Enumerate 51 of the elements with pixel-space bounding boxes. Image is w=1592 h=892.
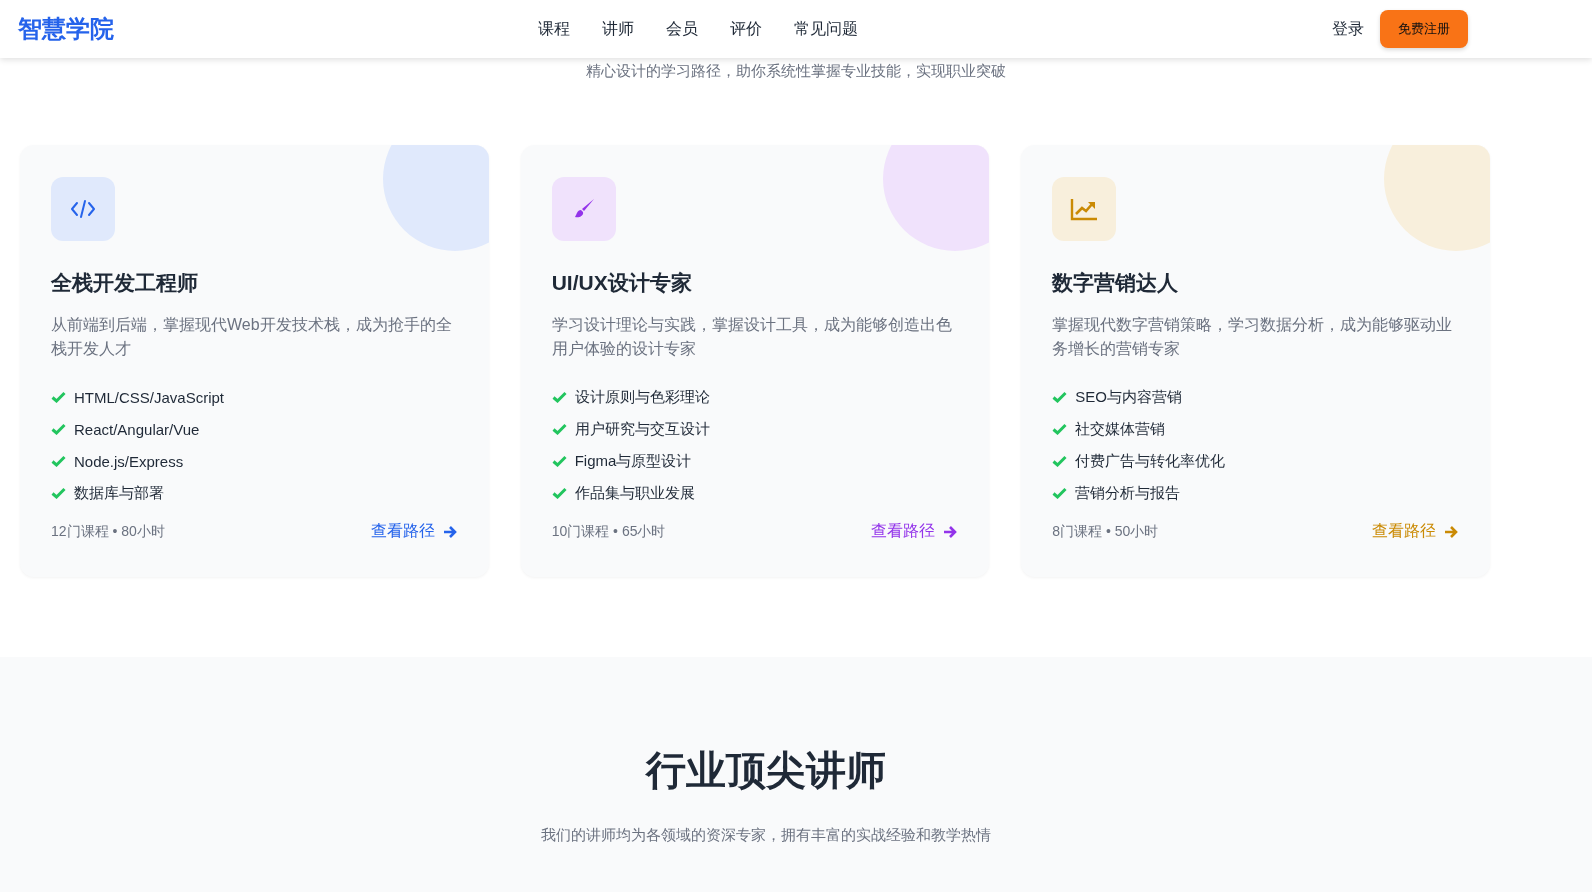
check-icon [51, 487, 66, 499]
card-description: 学习设计理论与实践，掌握设计工具，成为能够创造出色用户体验的设计专家 [551, 315, 953, 359]
nav-link[interactable]: 课程 [538, 18, 570, 40]
check-icon [1052, 487, 1068, 499]
nav-link[interactable]: 常见问题 [794, 18, 858, 40]
nav-link[interactable]: 评价 [730, 18, 762, 40]
logo[interactable]: 智慧学院 [18, 13, 538, 45]
section-title: 行业顶尖讲师 [644, 747, 887, 794]
feature-text: 用户研究与交互设计 [574, 419, 710, 439]
arrow-right-icon [943, 524, 958, 539]
check-icon [51, 391, 66, 403]
nav-link[interactable]: 讲师 [602, 18, 634, 40]
line-chart-icon [1070, 197, 1099, 221]
nav-link[interactable]: 会员 [666, 18, 698, 40]
feature-text: HTML/CSS/JavaScript [74, 388, 225, 406]
arrow-right-icon [1444, 524, 1458, 539]
card-description: 掌握现代数字营销策略，学习数据分析，成为能够驱动业务增长的营销专家 [1052, 315, 1454, 359]
check-icon [551, 423, 567, 435]
check-icon [1052, 391, 1068, 403]
section-subtitle: 我们的讲师均为各领域的资深专家，拥有丰富的实战经验和教学热情 [540, 826, 992, 845]
check-icon [1052, 423, 1068, 435]
feature-text: React/Angular/Vue [74, 420, 200, 438]
arrow-right-icon [442, 524, 457, 539]
feature-text: 付费广告与转化率优化 [1075, 451, 1226, 471]
card-title: 全栈开发工程师 [51, 270, 199, 296]
check-icon [51, 423, 66, 435]
card-title: UI/UX设计专家 [551, 270, 693, 296]
feature-text: 数据库与部署 [74, 483, 164, 503]
view-path-link[interactable]: 查看路径 [370, 521, 457, 542]
feature-text: 营销分析与报告 [1075, 483, 1181, 503]
feature-text: Figma与原型设计 [574, 451, 692, 471]
section-subtitle: 精心设计的学习路径，助你系统性掌握专业技能，实现职业突破 [585, 62, 1007, 81]
signup-button[interactable]: 免费注册 [1380, 10, 1468, 48]
card-description: 从前端到后端，掌握现代Web开发技术栈，成为抢手的全栈开发人才 [51, 315, 453, 359]
view-path-link[interactable]: 查看路径 [871, 521, 958, 542]
card-title: 数字营销达人 [1052, 270, 1180, 296]
course-meta: 10门课程 • 65小时 [551, 522, 666, 541]
check-icon [51, 455, 66, 467]
login-link[interactable]: 登录 [1332, 18, 1364, 40]
check-icon [551, 455, 567, 467]
feature-text: SEO与内容营销 [1075, 387, 1182, 407]
course-meta: 8门课程 • 50小时 [1052, 522, 1159, 541]
feature-text: 社交媒体营销 [1075, 419, 1166, 439]
feature-text: 设计原则与色彩理论 [574, 387, 710, 407]
check-icon [551, 391, 567, 403]
check-icon [1052, 455, 1068, 467]
feature-text: Node.js/Express [74, 452, 184, 470]
feature-text: 作品集与职业发展 [574, 483, 695, 503]
check-icon [551, 487, 567, 499]
code-icon [70, 199, 96, 219]
course-meta: 12门课程 • 80小时 [51, 522, 165, 541]
